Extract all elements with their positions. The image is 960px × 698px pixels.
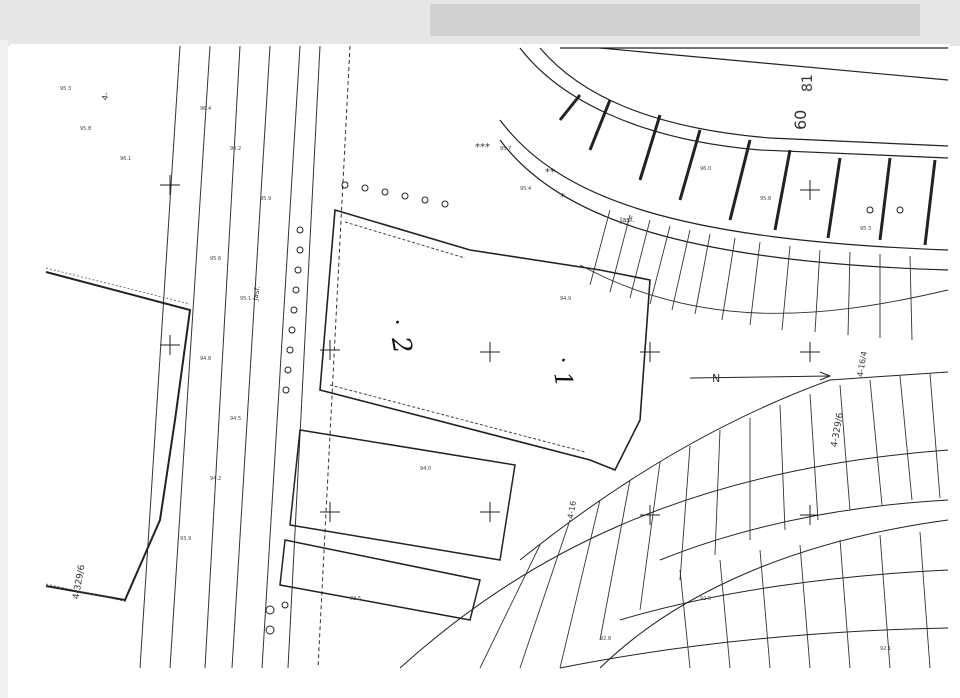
code-left: 4-329/6 bbox=[72, 564, 88, 600]
jasf-label-1: Jasf. bbox=[619, 216, 634, 224]
code-r2: 4-16 bbox=[566, 500, 578, 519]
north-label: N bbox=[712, 372, 720, 385]
code-right: 4-329/6 bbox=[830, 412, 846, 448]
parcel-1-dot: · bbox=[560, 349, 567, 374]
chainage-81: 81 bbox=[800, 74, 816, 92]
label-layer: 2 · 1 · 4-329/6 4-329/6 4-16/4 4-16 4- 6… bbox=[72, 74, 869, 600]
parcel-2-dot: · bbox=[394, 311, 401, 336]
jasf-label-2: Jasf. bbox=[251, 286, 262, 302]
hyphen-note: 4- bbox=[100, 91, 110, 101]
code-r1: 4-16/4 bbox=[856, 350, 869, 377]
chainage-60: 60 bbox=[791, 110, 810, 130]
parcel-2-label: 2 bbox=[385, 333, 418, 355]
